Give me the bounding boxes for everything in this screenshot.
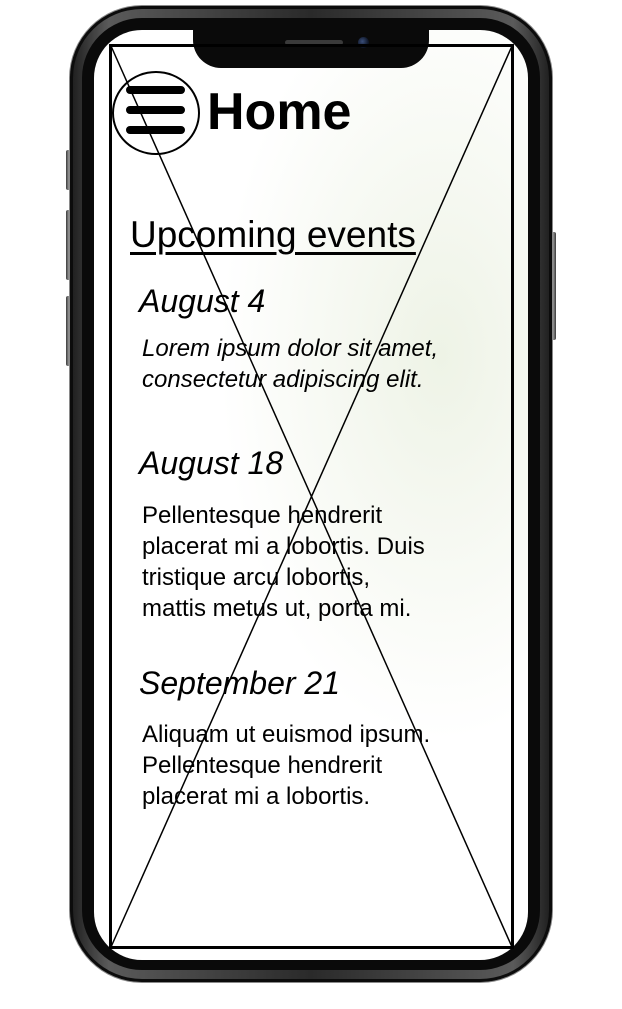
event-date: August 4 xyxy=(139,283,266,319)
upcoming-events-heading: Upcoming events xyxy=(130,214,416,255)
event-date: September 21 xyxy=(139,665,341,701)
event-description: Aliquam ut euismod ipsum. Pellentesque h… xyxy=(142,721,431,810)
wireframe-mockup: Home Upcoming events August 4 Lorem ipsu… xyxy=(0,0,622,1009)
screen-placeholder-frame xyxy=(109,44,514,949)
event-date: August 18 xyxy=(139,445,284,481)
hamburger-menu-icon[interactable] xyxy=(126,126,185,134)
event-description: Lorem ipsum dolor sit amet, consectetur … xyxy=(142,335,439,393)
hamburger-menu-icon[interactable] xyxy=(126,86,185,94)
hamburger-menu-icon[interactable] xyxy=(126,106,185,114)
event-description: Pellentesque hendrerit placerat mi a lob… xyxy=(142,502,425,622)
page-title: Home xyxy=(207,83,352,141)
